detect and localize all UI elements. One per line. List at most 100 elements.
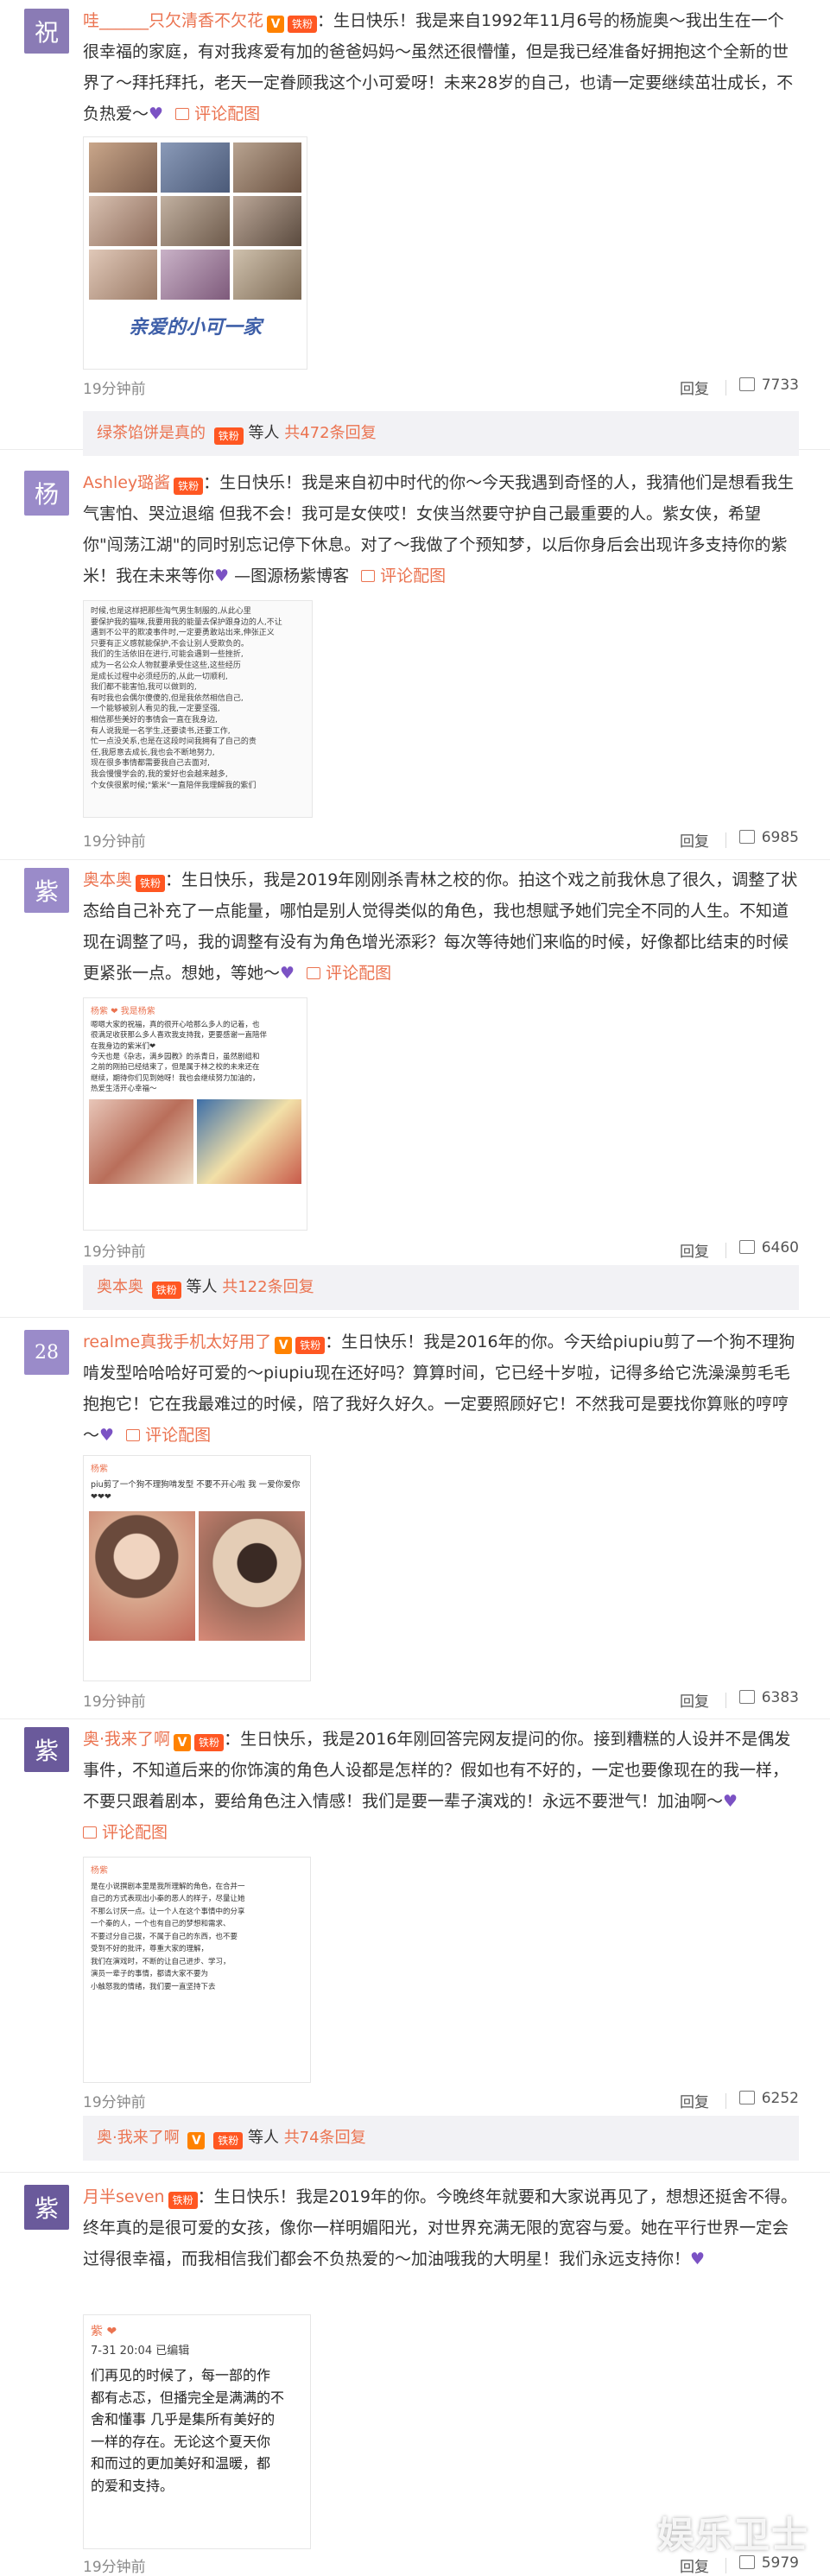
image-post-text: 嗯嗯大家的祝福，真的很开心哈那么多人的记着，也 很满足收获那么多人喜欢我支持我，更… bbox=[84, 1018, 307, 1096]
image-post-time: 7-31 20:04 已编辑 bbox=[91, 2345, 190, 2358]
image-text-line: 遇到不公平的欺凌事件时,一定要勇敢站出来,伸张正义 bbox=[91, 629, 275, 638]
comment-image[interactable]: 杨紫 piu剪了一个狗不理狗啃发型 不要不开心啦 我 一爱你爱你❤❤❤ bbox=[83, 1455, 311, 1681]
username-link[interactable]: 奥本奥 bbox=[83, 870, 132, 889]
image-text-line: 热爱生活开心幸福～ bbox=[91, 1084, 157, 1093]
comment-image[interactable]: 紫 ❤ 7-31 20:04 已编辑 们再见的时候了，每一部的作 都有忐忑，但播完… bbox=[83, 2314, 311, 2549]
reply-summary[interactable]: 奥本奥 铁粉 等人 共122条回复 bbox=[83, 1265, 799, 1310]
reply-button[interactable]: 回复 bbox=[680, 2090, 709, 2111]
comment-body: realme真我手机太好用了 V 铁粉 ：生日快乐！我是2016年的你。今天给piup… bbox=[83, 1326, 799, 1451]
comment-time: 19分钟前 bbox=[83, 1244, 146, 1261]
fan-badge: 铁粉 bbox=[213, 2132, 244, 2149]
image-icon bbox=[83, 1826, 97, 1839]
like-button[interactable]: 6252 bbox=[738, 2090, 799, 2107]
image-text-line: 都有忐忑，但播完全是满满的不 bbox=[91, 2389, 285, 2406]
username-link[interactable]: 哇______只欠清香不欠花 bbox=[83, 11, 263, 30]
image-text-line: 要保护我的猫咪,我要用我的能量去保护跟身边的人,不让 bbox=[91, 617, 282, 627]
avatar[interactable]: 28 bbox=[24, 1330, 69, 1375]
comment-body: 哇______只欠清香不欠花 V 铁粉 ：生日快乐！我是来自1992年11月6号的杨旎… bbox=[83, 5, 799, 130]
username-link[interactable]: realme真我手机太好用了 bbox=[83, 1332, 271, 1351]
heart-icon: ♥ bbox=[214, 566, 230, 585]
vip-badge: V bbox=[187, 2132, 206, 2149]
reply-count-link[interactable]: 共472条回复 bbox=[284, 424, 376, 442]
watermark: 娱乐卫士 bbox=[656, 2514, 809, 2556]
fan-badge: 铁粉 bbox=[168, 2192, 198, 2209]
image-text-line: 我们都不能害怕,我可以做到的, bbox=[91, 683, 197, 693]
image-post-user: 杨紫 bbox=[91, 1465, 108, 1474]
image-text-line: 不那么讨厌一点。让一个人在这个事情中的分享 bbox=[91, 1907, 245, 1916]
avatar[interactable]: 杨 bbox=[24, 471, 69, 516]
image-text-line: 我会慢慢学会的,我的爱好也会越来越多, bbox=[91, 769, 228, 779]
image-text-line: 一个秦的人，一个也有自己的梦想和需求、 bbox=[91, 1920, 231, 1929]
reply-count-link[interactable]: 共122条回复 bbox=[222, 1278, 314, 1296]
avatar[interactable]: 紫 bbox=[24, 1727, 69, 1772]
image-text-line: 舍和懂事 几乎是集所有美好的 bbox=[91, 2411, 276, 2428]
heart-icon: ♥ bbox=[280, 964, 295, 983]
reply-summary[interactable]: 奥·我来了啊 V 铁粉 等人 共74条回复 bbox=[83, 2116, 799, 2161]
reply-summary[interactable]: 绿茶馅饼是真的 铁粉 等人 共472条回复 bbox=[83, 411, 799, 456]
image-text-line: 现在很多事情都需要我自己去面对, bbox=[91, 759, 210, 769]
comment-image[interactable]: 亲爱的小可一家 bbox=[83, 136, 307, 370]
image-icon bbox=[361, 570, 376, 582]
image-text-line: 时候,也是这样把那些淘气男生制服的,从此心里 bbox=[91, 607, 251, 616]
avatar[interactable]: 紫 bbox=[24, 2185, 69, 2230]
image-text-line: 一样的存在。无论这个夏天你 bbox=[91, 2433, 271, 2450]
thumbs-up-icon bbox=[738, 1240, 755, 1254]
comment-pic-link[interactable]: 评论配图 bbox=[83, 1823, 168, 1842]
fan-badge: 铁粉 bbox=[213, 427, 244, 445]
image-text-line: 是在小说撰剧本里是我所理解的角色，在合并一 bbox=[91, 1883, 245, 1891]
image-text-line: 演员一辈子的事情，都请大家不要为 bbox=[91, 1970, 209, 1979]
comment-body: 奥·我来了啊 V 铁粉 ：生日快乐，我是2016年刚回答完网友提问的你。接到糟糕的人设… bbox=[83, 1724, 799, 1848]
image-post-user: 杨紫 ❤ 我是杨紫 bbox=[91, 1007, 155, 1016]
fan-badge: 铁粉 bbox=[194, 1734, 225, 1751]
username-link[interactable]: Ashley璐酱 bbox=[83, 473, 170, 492]
image-text-line: 个女侠很累时候;"紫米"一直陪伴我理解我的紫们 bbox=[91, 781, 257, 790]
avatar[interactable]: 祝 bbox=[24, 9, 69, 54]
image-text-line: 我们在演戏时，不断的让自己进步、学习， bbox=[91, 1957, 231, 1966]
comment-pic-link[interactable]: 评论配图 bbox=[307, 964, 391, 983]
reply-button[interactable]: 回复 bbox=[680, 1239, 709, 1261]
username-link[interactable]: 奥·我来了啊 bbox=[83, 1730, 170, 1749]
comment-time: 19分钟前 bbox=[83, 2094, 146, 2111]
username-link[interactable]: 月半seven bbox=[83, 2187, 165, 2206]
comment-card: 28 realme真我手机太好用了 V 铁粉 ：生日快乐！我是2016年的你。今天给p… bbox=[0, 1321, 830, 1719]
like-button[interactable]: 6985 bbox=[738, 829, 799, 846]
image-text-line: 今天也是《杂志，满乡园教》的杀青日，虽然剧组和 bbox=[91, 1052, 260, 1061]
reply-button[interactable]: 回复 bbox=[680, 1689, 709, 1711]
image-icon bbox=[126, 1429, 141, 1441]
avatar[interactable]: 紫 bbox=[24, 868, 69, 913]
summary-user[interactable]: 奥本奥 bbox=[97, 1278, 143, 1296]
like-button[interactable]: 6460 bbox=[738, 1239, 799, 1256]
fan-badge: 铁粉 bbox=[174, 478, 204, 495]
image-text-line: 之前的刚拍已经结束了，但是属于林之校的未来还在 bbox=[91, 1063, 260, 1073]
fan-badge: 铁粉 bbox=[151, 1282, 181, 1299]
comment-image[interactable]: 杨紫 是在小说撰剧本里是我所理解的角色，在合并一 自己的方式表现出小秦的恶人的样子… bbox=[83, 1857, 311, 2083]
comment-image[interactable]: 时候,也是这样把那些淘气男生制服的,从此心里 要保护我的猫咪,我要用我的能量去保护… bbox=[83, 600, 313, 818]
comment-pic-link[interactable]: 评论配图 bbox=[361, 566, 446, 585]
divider bbox=[725, 1693, 726, 1708]
image-text-line: 是成长过程中必须经历的,从此一切顺利, bbox=[91, 672, 228, 681]
comment-image[interactable]: 杨紫 ❤ 我是杨紫 嗯嗯大家的祝福，真的很开心哈那么多人的记着，也 很满足收获那么… bbox=[83, 997, 307, 1231]
divider bbox=[725, 832, 726, 848]
reply-count-link[interactable]: 共74条回复 bbox=[284, 2129, 366, 2147]
photo-collage bbox=[84, 137, 307, 305]
comment-pic-link[interactable]: 评论配图 bbox=[175, 104, 260, 123]
image-post-text: 是在小说撰剧本里是我所理解的角色，在合并一 自己的方式表现出小秦的恶人的样子，尽量… bbox=[84, 1876, 310, 1998]
image-text-line: 在我身边的紫米们❤ bbox=[91, 1041, 156, 1051]
like-button[interactable]: 7733 bbox=[738, 377, 799, 394]
image-caption: 亲爱的小可一家 bbox=[128, 317, 262, 339]
heart-icon: ♥ bbox=[723, 1792, 738, 1811]
comment-pic-link[interactable]: 评论配图 bbox=[126, 1426, 211, 1445]
image-text-line: 和而过的更加美好和温暖，都 bbox=[91, 2455, 271, 2472]
image-photos bbox=[84, 1096, 307, 1187]
summary-user[interactable]: 奥·我来了啊 bbox=[97, 2129, 180, 2147]
summary-user[interactable]: 绿茶馅饼是真的 bbox=[97, 424, 206, 442]
image-photos bbox=[84, 1510, 310, 1642]
comment-time: 19分钟前 bbox=[83, 833, 146, 851]
like-button[interactable]: 6383 bbox=[738, 1689, 799, 1706]
comment-card: 紫 月半seven 铁粉 ：生日快乐！我是2019年的你。今晚终年就要和大家说再见了… bbox=[0, 2176, 830, 2576]
comment-card: 紫 奥·我来了啊 V 铁粉 ：生日快乐，我是2016年刚回答完网友提问的你。接到糟糕的… bbox=[0, 1718, 830, 2173]
reply-button[interactable]: 回复 bbox=[680, 829, 709, 851]
image-icon bbox=[307, 967, 321, 979]
reply-button[interactable]: 回复 bbox=[680, 377, 709, 398]
comment-card: 祝 哇______只欠清香不欠花 V 铁粉 ：生日快乐！我是来自1992年11月6号的… bbox=[0, 0, 830, 456]
